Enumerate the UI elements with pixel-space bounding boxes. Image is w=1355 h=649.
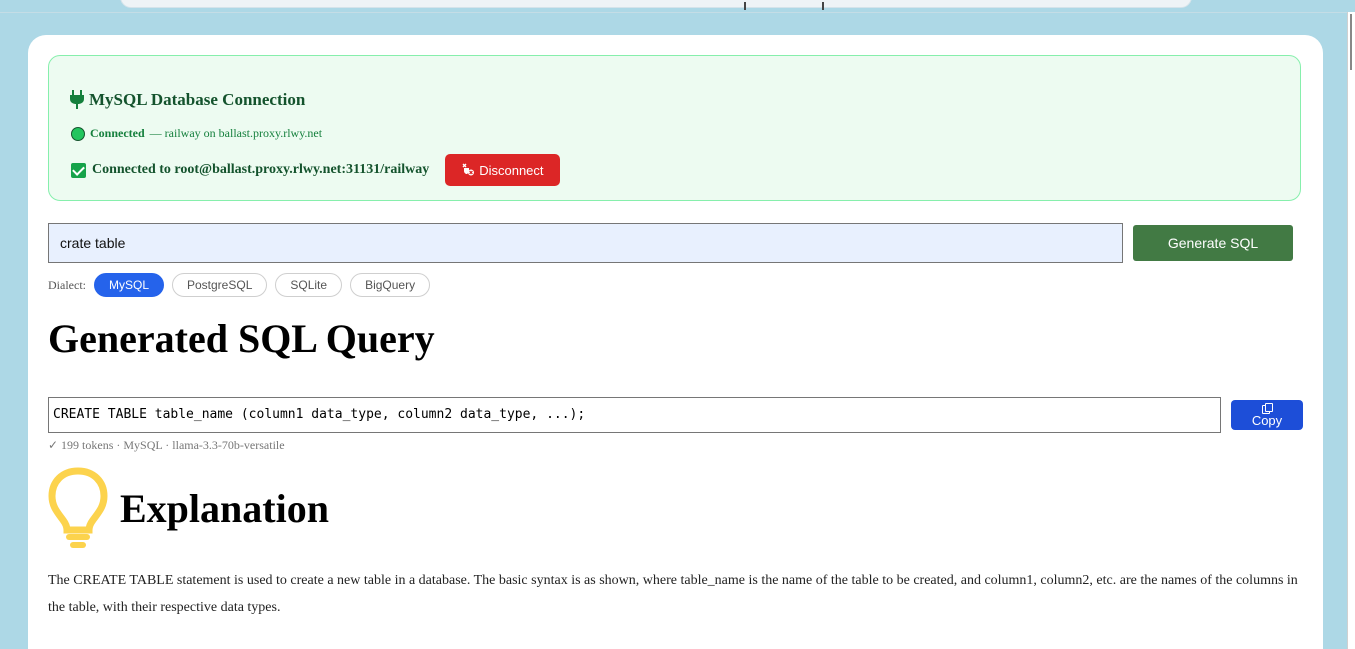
connection-title-text: MySQL Database Connection <box>89 90 306 109</box>
connection-status: Connected — railway on ballast.proxy.rlw… <box>71 126 322 141</box>
address-bar-fragment <box>120 0 1192 8</box>
copy-label: Copy <box>1251 413 1283 428</box>
disconnect-button[interactable]: Disconnect <box>445 154 560 186</box>
check-mark-icon <box>71 162 86 178</box>
light-bulb-icon <box>48 467 108 548</box>
copy-icon <box>1261 403 1273 414</box>
explanation-text: The CREATE TABLE statement is used to cr… <box>48 573 1298 615</box>
disconnect-label: Disconnect <box>479 162 544 178</box>
dialect-label: Dialect: <box>48 277 86 292</box>
connection-row: Connected to root@ballast.proxy.rlwy.net… <box>71 154 560 186</box>
dialect-selector: Dialect: MySQL PostgreSQL SQLite BigQuer… <box>48 273 431 297</box>
connection-panel: MySQL Database Connection Connected — ra… <box>48 55 1301 201</box>
main-card: MySQL Database Connection Connected — ra… <box>28 35 1323 649</box>
top-glyph-left <box>744 2 746 10</box>
unplug-icon <box>462 163 475 176</box>
status-detail: — railway on ballast.proxy.rlwy.net <box>149 126 323 140</box>
vertical-scrollbar[interactable] <box>1347 12 1355 649</box>
dialect-option-bigquery[interactable]: BigQuery <box>350 273 431 297</box>
generate-sql-button[interactable]: Generate SQL <box>1133 225 1293 261</box>
copy-button[interactable]: Copy <box>1231 400 1303 430</box>
sql-output[interactable]: CREATE TABLE table_name (column1 data_ty… <box>48 397 1221 433</box>
dialect-option-sqlite[interactable]: SQLite <box>275 273 343 297</box>
green-circle-icon <box>71 126 85 141</box>
query-input[interactable] <box>48 223 1123 263</box>
top-glyph-right <box>822 2 824 10</box>
explanation-heading: Explanation <box>120 485 329 531</box>
electric-plug-icon <box>69 90 85 110</box>
scrollbar-thumb[interactable] <box>1350 14 1352 70</box>
connection-title: MySQL Database Connection <box>69 90 305 110</box>
explanation-header: Explanation <box>48 467 329 549</box>
dialect-option-mysql[interactable]: MySQL <box>93 273 164 297</box>
generation-meta: ✓ 199 tokens · MySQL · llama-3.3-70b-ver… <box>48 438 285 452</box>
browser-top-strip <box>0 0 1355 13</box>
generated-sql-heading: Generated SQL Query <box>48 316 435 361</box>
dialect-option-postgresql[interactable]: PostgreSQL <box>172 273 268 297</box>
status-label: Connected <box>90 126 145 140</box>
connected-to-text: Connected to root@ballast.proxy.rlwy.net… <box>92 162 430 177</box>
